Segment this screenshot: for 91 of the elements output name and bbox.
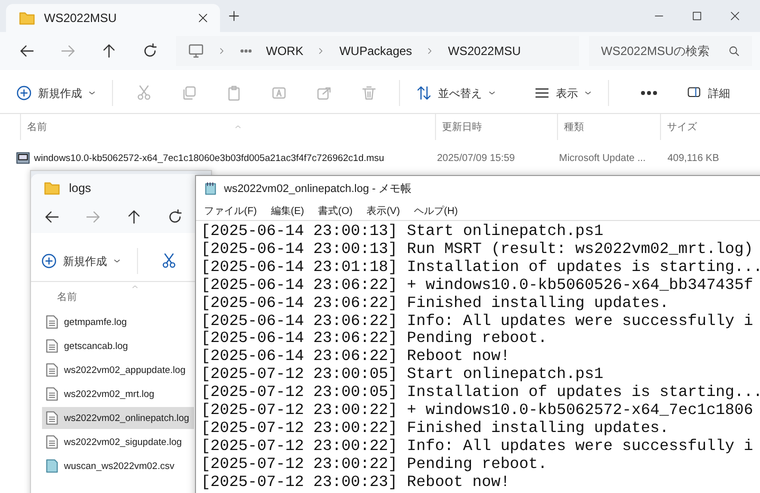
chevron-down-icon (88, 89, 96, 97)
menu-item[interactable]: 書式(O) (318, 204, 353, 218)
log-line: [2025-06-14 23:06:22] Pending reboot. (201, 330, 548, 348)
chevron-right-icon (218, 47, 226, 55)
new-button[interactable]: 新規作成 (35, 249, 127, 273)
folder-icon (18, 10, 36, 26)
up-arrow-icon (100, 43, 116, 59)
monitor-icon (188, 43, 204, 59)
menu-item[interactable]: 表示(V) (366, 204, 400, 218)
log-line: [2025-07-12 23:00:22] + windows10.0-kb5062572-x64_7ec1c1806 (201, 402, 754, 420)
log-line: [2025-06-14 23:00:13] Run MSRT (result: ws2022vm02_mrt.log) (201, 240, 754, 259)
log-line: [2025-06-14 23:01:18] Installation of updates is starting... (201, 258, 760, 277)
maximize-icon (692, 11, 702, 21)
sort-caret-icon (131, 284, 139, 290)
more-icon (240, 49, 252, 53)
cut-icon (160, 253, 176, 269)
spreadsheet-file-icon (45, 458, 59, 474)
document-icon (45, 362, 59, 378)
column-header[interactable]: 更新日時 (435, 114, 557, 140)
file-item[interactable]: ws2022vm02_mrt.log (42, 383, 194, 405)
plus-circle-icon (41, 253, 57, 269)
file-item[interactable]: ws2022vm02_appupdate.log (42, 359, 194, 381)
sort-icon (416, 85, 432, 101)
log-line: [2025-07-12 23:00:22] Pending reboot. (201, 456, 548, 474)
column-header[interactable]: サイズ (660, 114, 729, 140)
document-icon (45, 314, 59, 330)
plus-circle-icon (16, 85, 32, 101)
log-line: [2025-07-12 23:00:23] Reboot now! (201, 474, 511, 492)
package-file-icon (16, 151, 30, 165)
rename-icon (270, 85, 286, 101)
close-icon (730, 11, 740, 21)
view-button[interactable]: 表示 (528, 81, 598, 105)
folder-tab[interactable]: WS2022MSU (6, 4, 220, 32)
sort-button[interactable]: 並べ替え (410, 81, 502, 105)
search-icon (728, 45, 740, 57)
folder-icon (43, 180, 61, 196)
share-icon (316, 85, 332, 101)
menu-item[interactable]: 編集(E) (270, 204, 304, 218)
file-item[interactable]: ws2022vm02_sigupdate.log (42, 431, 194, 453)
forward-arrow-icon (60, 43, 76, 59)
log-line: [2025-07-12 23:00:22] Info: All updates were successfully i (201, 438, 754, 456)
log-line: [2025-06-14 23:06:22] + windows10.0-kb5060526-x64_bb347435f (201, 276, 754, 295)
log-line: [2025-07-12 23:00:22] Finished installing updates. (201, 420, 670, 438)
log-line: [2025-07-12 23:00:05] Installation of updates is starting... (201, 384, 760, 402)
new-button[interactable]: 新規作成 (10, 81, 102, 105)
breadcrumb-item[interactable]: WUPackages (339, 44, 412, 58)
copy-icon (180, 85, 196, 101)
notepad-icon (204, 182, 218, 196)
details-pane-icon (686, 86, 702, 100)
refresh-icon (142, 43, 158, 59)
window-title: ws2022vm02_onlinepatch.log - メモ帳 (224, 182, 412, 196)
log-line: [2025-06-14 23:00:13] Start onlinepatch.ps1 (201, 223, 604, 241)
refresh-icon (166, 209, 182, 225)
forward-arrow-icon (84, 209, 100, 225)
trash-icon (360, 85, 376, 101)
back-arrow-icon (18, 43, 34, 59)
more-icon (641, 91, 657, 95)
document-icon (45, 386, 59, 402)
search-field[interactable]: WS2022MSUの検索 (589, 36, 752, 66)
breadcrumb-item[interactable]: WS2022MSU (448, 44, 521, 58)
cut-icon (136, 85, 152, 101)
file-item[interactable]: getmpamfe.log (42, 311, 194, 333)
address-bar[interactable]: WORK WUPackages WS2022MSU (176, 36, 579, 66)
close-icon (198, 13, 208, 23)
log-line: [2025-06-14 23:06:22] Info: All updates were successfully i (201, 312, 754, 330)
details-button[interactable]: 詳細 (680, 82, 736, 104)
document-icon (45, 410, 59, 426)
log-line: [2025-06-14 23:06:22] Reboot now! (201, 348, 511, 366)
file-item[interactable]: ws2022vm02_onlinepatch.log (42, 407, 194, 429)
file-item[interactable]: wuscan_ws2022vm02.csv (42, 455, 194, 477)
document-icon (45, 338, 59, 354)
document-icon (45, 434, 59, 450)
column-header[interactable]: 名前 (20, 114, 435, 140)
back-arrow-icon (44, 209, 60, 225)
chevron-down-icon (488, 89, 496, 97)
menu-item[interactable]: ファイル(F) (204, 204, 257, 218)
up-arrow-icon (126, 209, 142, 225)
chevron-down-icon (113, 257, 121, 265)
new-tab-button[interactable] (228, 10, 240, 22)
column-header[interactable]: 名前 (57, 292, 77, 303)
sort-caret-icon (234, 124, 242, 130)
file-row[interactable]: windows10.0-kb5062572-x64_7ec1c18060e3b03fd005a21ac3f4f7c726962c1d.msu 2025/07/09 15:59 Microsoft Update ... 409,116 KB (0, 148, 760, 168)
file-item[interactable]: getscancab.log (42, 335, 194, 357)
menu-item[interactable]: ヘルプ(H) (414, 204, 458, 218)
plus-icon (228, 10, 240, 22)
log-line: [2025-07-12 23:00:05] Start onlinepatch.ps1 (201, 366, 604, 384)
paste-icon (226, 85, 242, 101)
column-header[interactable]: 種類 (557, 114, 660, 140)
log-line: [2025-06-14 23:06:22] Finished installing updates. (201, 294, 670, 313)
chevron-down-icon (584, 89, 592, 97)
breadcrumb-item[interactable]: WORK (266, 44, 304, 58)
